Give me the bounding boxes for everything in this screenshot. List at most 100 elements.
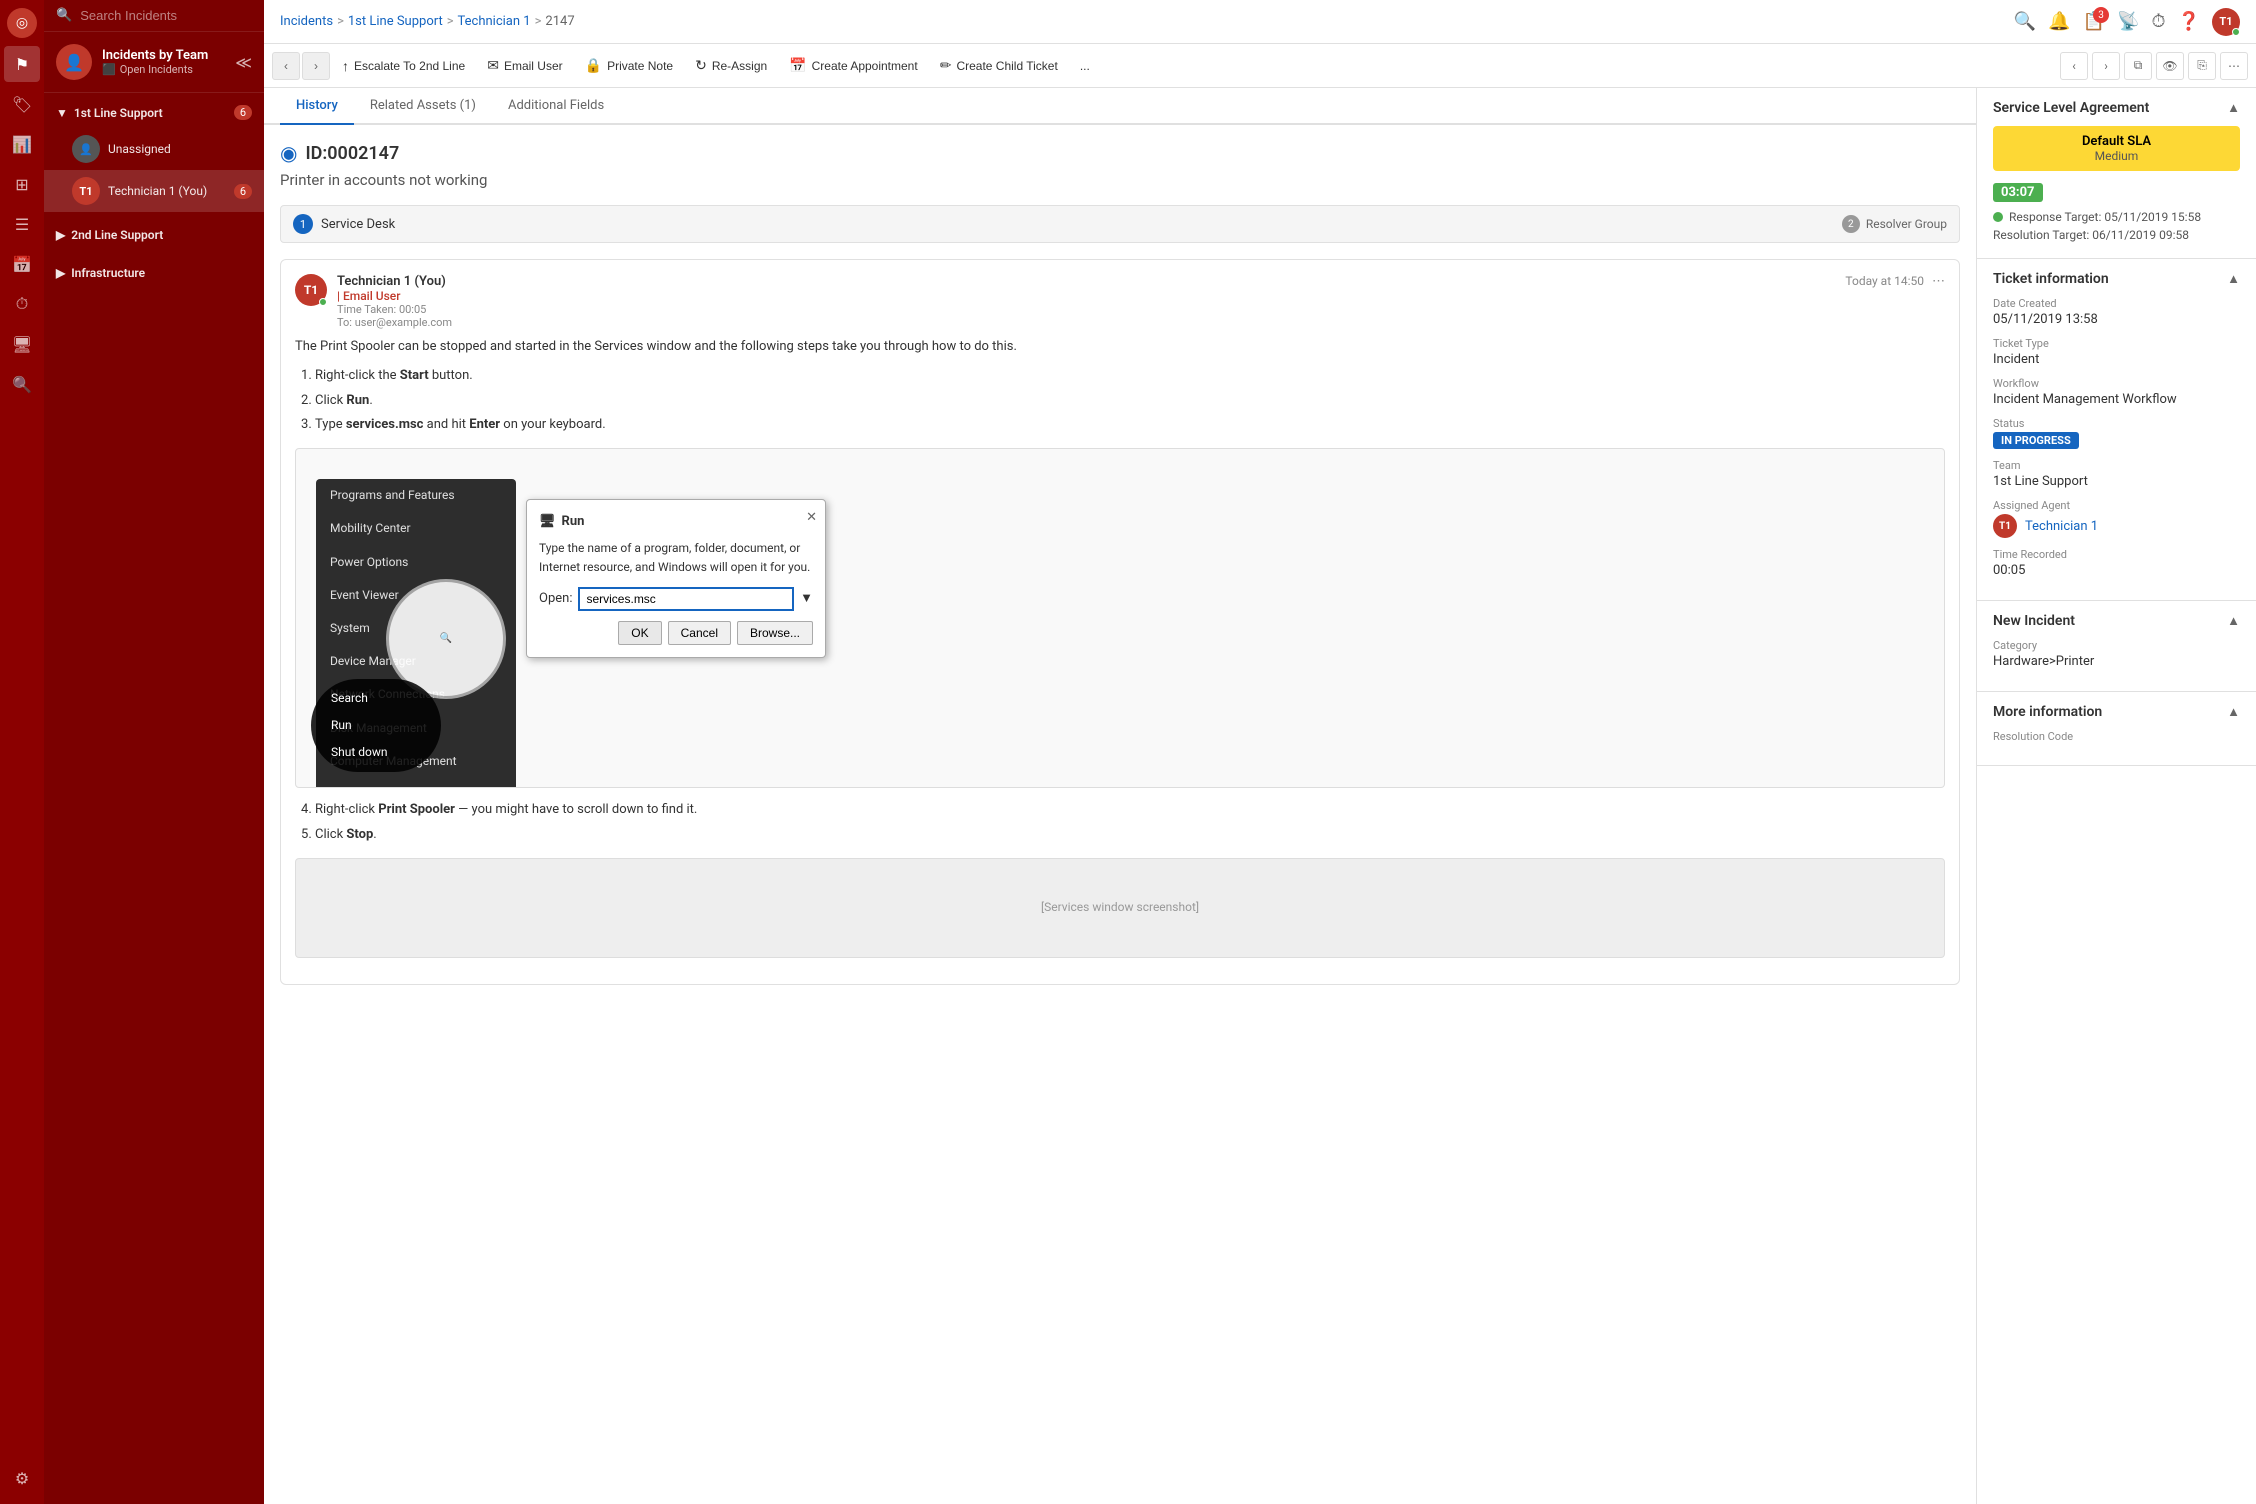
nav-monitor-icon[interactable]: 🖥	[4, 326, 40, 362]
nav-clock-icon[interactable]: ⏱	[4, 286, 40, 322]
status-label: Status	[1993, 417, 2240, 430]
run-ok-button[interactable]: OK	[618, 621, 661, 645]
sidebar-team-title: Incidents by Team	[102, 48, 208, 63]
breadcrumb-technician1[interactable]: Technician 1	[458, 14, 531, 29]
message-more-button[interactable]: ⋯	[1932, 274, 1945, 289]
team-header-2nd-line[interactable]: ▶ 2nd Line Support	[44, 220, 264, 250]
service-desk-bar: 1 Service Desk 2 Resolver Group	[280, 205, 1960, 243]
breadcrumb-1st-line[interactable]: 1st Line Support	[348, 14, 443, 29]
new-incident-header: New Incident ▲	[1993, 613, 2240, 629]
sidebar-team-avatar: 👤	[56, 44, 92, 80]
screenshot-container: Programs and Features Mobility Center Po…	[295, 448, 1945, 788]
message-steps: Right-click the Start button. Click Run.…	[315, 366, 1945, 436]
reassign-button[interactable]: ↻ Re-Assign	[685, 51, 777, 80]
new-incident-collapse-icon[interactable]: ▲	[2227, 613, 2240, 629]
more-actions-button[interactable]: ...	[1070, 53, 1100, 79]
step-2: Click Run.	[315, 391, 1945, 412]
resolver-num: 2	[1842, 215, 1860, 233]
ticket-info-section: Ticket information ▲ Date Created 05/11/…	[1977, 259, 2256, 601]
clock-topbar-icon[interactable]: ⏱	[2152, 11, 2166, 32]
more-options-button[interactable]: ⋯	[2220, 52, 2248, 80]
tabs: History Related Assets (1) Additional Fi…	[264, 88, 1976, 125]
assigned-agent-label: Assigned Agent	[1993, 499, 2240, 512]
preview-button[interactable]: 👁	[2156, 52, 2184, 80]
share-button[interactable]: ⎘	[2188, 52, 2216, 80]
lock-icon: 🔒	[585, 57, 602, 74]
prev-ticket-button[interactable]: ‹	[2060, 52, 2088, 80]
run-cancel-button[interactable]: Cancel	[668, 621, 731, 645]
ticket-info-header: Ticket information ▲	[1993, 271, 2240, 287]
bell-icon[interactable]: 🔔	[2048, 11, 2070, 32]
email-user-button[interactable]: ✉ Email User	[477, 51, 572, 80]
ticket-info-collapse-icon[interactable]: ▲	[2227, 271, 2240, 287]
sidebar-item-unassigned[interactable]: 👤 Unassigned	[44, 128, 264, 170]
service-desk-name: Service Desk	[321, 217, 1842, 232]
main-content: Incidents > 1st Line Support > Technicia…	[264, 0, 2256, 1504]
create-appointment-button[interactable]: 📅 Create Appointment	[779, 51, 928, 80]
cm-programs[interactable]: Programs and Features	[316, 479, 516, 512]
run-dropdown-arrow[interactable]: ▼	[800, 589, 813, 610]
workflow-value: Incident Management Workflow	[1993, 392, 2240, 407]
breadcrumb-incidents[interactable]: Incidents	[280, 14, 333, 29]
nav-tag-icon[interactable]: 🏷	[4, 86, 40, 122]
cm-mobility[interactable]: Mobility Center	[316, 512, 516, 545]
agent-name[interactable]: Technician 1	[2025, 519, 2098, 534]
rss-icon[interactable]: 📡	[2117, 11, 2139, 32]
nav-grid-icon[interactable]: ⊞	[4, 166, 40, 202]
help-icon[interactable]: ❓	[2178, 11, 2200, 32]
nav-incidents-icon[interactable]: ⚑	[4, 46, 40, 82]
tab-related-assets[interactable]: Related Assets (1)	[354, 88, 492, 125]
tab-additional-fields[interactable]: Additional Fields	[492, 88, 620, 125]
ticket-type-value: Incident	[1993, 352, 2240, 367]
search-topbar-icon[interactable]: 🔍	[2014, 11, 2036, 32]
team-value: 1st Line Support	[1993, 474, 2240, 489]
more-info-collapse-icon[interactable]: ▲	[2227, 704, 2240, 720]
team-header-infrastructure[interactable]: ▶ Infrastructure	[44, 258, 264, 288]
nav-gear-icon[interactable]: ⚙	[4, 1460, 40, 1496]
start-shutdown-item[interactable]: Shut down	[323, 739, 429, 766]
sidebar-search-bar[interactable]: 🔍	[44, 0, 264, 32]
sla-timer: 03:07	[1993, 183, 2043, 202]
sidebar-item-technician1[interactable]: T1 Technician 1 (You) 6	[44, 170, 264, 212]
nav-search-icon[interactable]: 🔍	[4, 366, 40, 402]
run-dialog-input[interactable]	[578, 587, 794, 611]
sidebar-search-icon: 🔍	[56, 8, 72, 23]
next-ticket-button[interactable]: ›	[2092, 52, 2120, 80]
private-note-button[interactable]: 🔒 Private Note	[575, 51, 683, 80]
create-child-ticket-button[interactable]: ✏ Create Child Ticket	[930, 51, 1068, 80]
back-button[interactable]: ‹	[272, 52, 300, 80]
escalate-button[interactable]: ↑ Escalate To 2nd Line	[332, 52, 475, 80]
cm-power[interactable]: Power Options	[316, 546, 516, 579]
nav-list-icon[interactable]: ☰	[4, 206, 40, 242]
start-search-item[interactable]: Search	[323, 685, 429, 712]
start-run-item[interactable]: Run	[323, 712, 429, 739]
user-avatar[interactable]: T1	[2212, 8, 2240, 36]
team-label: Team	[1993, 459, 2240, 472]
search-input[interactable]	[80, 8, 252, 23]
sidebar-collapse-icon[interactable]: ≪	[235, 53, 252, 72]
time-recorded-label: Time Recorded	[1993, 548, 2240, 561]
run-browse-button[interactable]: Browse...	[737, 621, 813, 645]
message-to: To: user@example.com	[337, 316, 1845, 329]
sidebar: 🔍 👤 Incidents by Team ⬛ Open Incidents ≪…	[44, 0, 264, 1504]
tab-history[interactable]: History	[280, 88, 354, 125]
sla-collapse-icon[interactable]: ▲	[2227, 100, 2240, 116]
cm-command-prompt[interactable]: Command Prompt	[316, 778, 516, 788]
app-logo[interactable]: ◎	[7, 8, 37, 38]
sidebar-header: 👤 Incidents by Team ⬛ Open Incidents ≪	[44, 32, 264, 93]
nav-calendar-icon[interactable]: 📅	[4, 246, 40, 282]
user-online-indicator	[2232, 28, 2240, 36]
run-dialog-close-button[interactable]: ✕	[806, 508, 817, 529]
sla-section: Service Level Agreement ▲ Default SLA Me…	[1977, 88, 2256, 259]
status-badge: IN PROGRESS	[1993, 432, 2079, 449]
forward-button[interactable]: ›	[302, 52, 330, 80]
technician1-avatar: T1	[72, 177, 100, 205]
message-steps-continued: Right-click Print Spooler — you might ha…	[315, 800, 1945, 846]
sla-resolution-target: Resolution Target: 06/11/2019 09:58	[1993, 228, 2240, 242]
message-time-taken: Time Taken: 00:05	[337, 303, 1845, 316]
ticket-type-label: Ticket Type	[1993, 337, 2240, 350]
inbox-icon[interactable]: 📋 3	[2083, 11, 2105, 32]
nav-chart-icon[interactable]: 📊	[4, 126, 40, 162]
team-header-1st-line[interactable]: ▼ 1st Line Support 6	[44, 97, 264, 128]
open-new-tab-button[interactable]: ⧉	[2124, 52, 2152, 80]
